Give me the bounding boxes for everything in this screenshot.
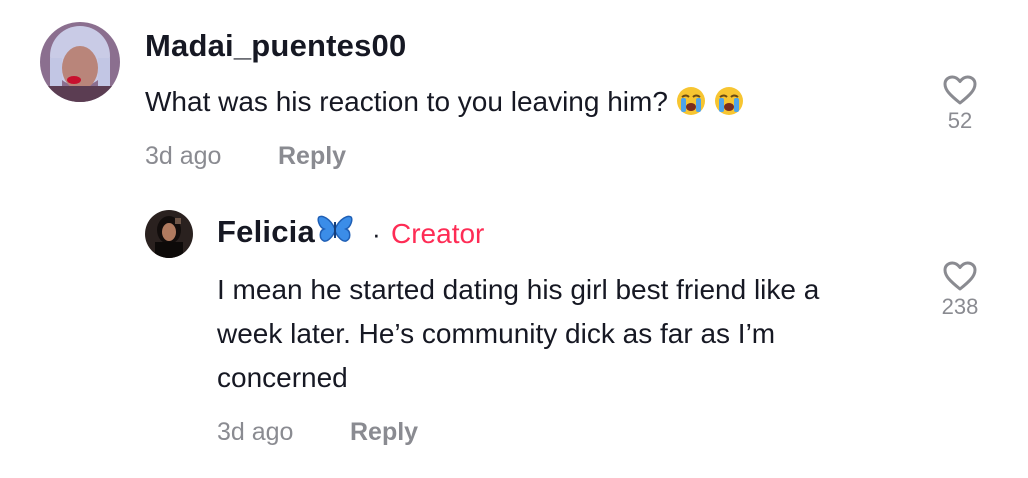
comment-text-row: What was his reaction to you leaving him…: [145, 80, 744, 129]
reply-reply-button[interactable]: Reply: [350, 418, 418, 447]
comment-text: What was his reaction to you leaving him…: [145, 86, 668, 117]
loudly-crying-face-icon: [714, 85, 744, 129]
heart-icon: [943, 261, 977, 291]
badge-separator: ·: [372, 219, 381, 249]
comment-thread: Madai_puentes00 What was his reaction to…: [0, 0, 1028, 478]
reply-text-line: concerned: [217, 362, 348, 393]
reply-timestamp: 3d ago: [217, 418, 294, 446]
creator-avatar[interactable]: [145, 210, 193, 258]
creator-badge: Creator: [391, 218, 485, 249]
commenter-avatar[interactable]: [40, 22, 120, 102]
comment-timestamp: 3d ago: [145, 142, 222, 170]
reply-like-button[interactable]: 238: [930, 260, 990, 320]
creator-username[interactable]: Felicia: [217, 214, 315, 249]
creator-username-row[interactable]: Felicia: [217, 214, 354, 252]
reply-text-line: I mean he started dating his girl best f…: [217, 274, 820, 305]
heart-icon: [943, 75, 977, 105]
butterfly-icon: [316, 214, 354, 252]
reply-text-line: week later. He’s community dick as far a…: [217, 318, 776, 349]
loudly-crying-face-icon: [676, 85, 706, 129]
commenter-username[interactable]: Madai_puentes00: [145, 28, 406, 64]
reply-text: I mean he started dating his girl best f…: [217, 268, 819, 400]
comment-like-count: 52: [947, 108, 973, 133]
comment-like-button[interactable]: 52: [930, 74, 990, 134]
comment-reply-button[interactable]: Reply: [278, 142, 346, 171]
reply-like-count: 238: [941, 294, 979, 319]
